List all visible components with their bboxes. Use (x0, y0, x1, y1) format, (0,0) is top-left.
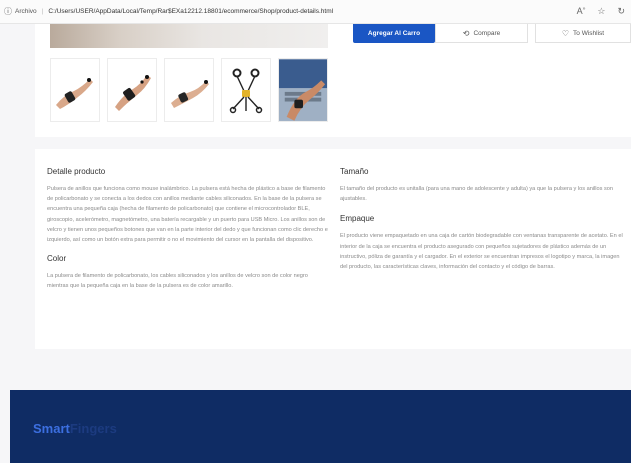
site-info[interactable]: ⓘ Archivo (4, 6, 37, 17)
refresh-icon[interactable]: ↻ (617, 6, 625, 17)
color-text: La pulsera de filamento de policarbonato… (47, 273, 308, 290)
compare-icon: ⟲ (462, 28, 470, 38)
hand-keyboard-photo-icon (279, 59, 327, 121)
info-icon[interactable]: ⓘ (4, 6, 12, 17)
footer-logo[interactable]: SmartFingers (33, 421, 117, 436)
size-text: El tamaño del producto es unitalla (para… (340, 186, 614, 203)
wishlist-label: To Wishlist (573, 29, 605, 37)
product-detail-heading: Detalle producto (47, 167, 106, 176)
compare-button[interactable]: ⟲ Compare (435, 24, 528, 43)
size-heading: Tamaño (340, 167, 369, 176)
device-cables-icon (229, 68, 263, 114)
hand-wristband-icon (115, 75, 151, 111)
thumbnail-2[interactable] (107, 58, 157, 122)
wishlist-button[interactable]: ♡ To Wishlist (535, 24, 631, 43)
details-left-column: Detalle producto Pulsera de anillos que … (47, 167, 330, 292)
favorite-star-icon[interactable]: ☆ (597, 6, 605, 17)
compare-label: Compare (473, 29, 501, 37)
thumbnail-1[interactable] (50, 58, 100, 122)
add-to-cart-button[interactable]: Agregar Al Carro (353, 24, 435, 43)
thumbnail-4[interactable] (221, 58, 271, 122)
color-heading: Color (47, 254, 67, 264)
add-to-cart-label: Agregar Al Carro (367, 30, 421, 37)
product-detail-text: Pulsera de anillos que funciona como mou… (47, 186, 328, 244)
packaging-text: El producto viene empaquetado en una caj… (340, 233, 623, 271)
product-main-image (50, 24, 328, 48)
details-right-column: Tamaño El tamaño del producto es unitall… (340, 167, 625, 272)
address-bar-actions: A» ☆ ↻ (577, 6, 625, 17)
heart-icon: ♡ (561, 28, 570, 38)
thumbnail-3[interactable] (164, 58, 214, 122)
hand-wristband-icon (171, 80, 209, 108)
url-text[interactable]: C:/Users/USER/AppData/Local/Temp/Rar$EXa… (48, 8, 333, 15)
logo-part-fingers: Fingers (69, 421, 117, 436)
hand-wristband-icon (56, 78, 93, 109)
address-separator: | (41, 8, 44, 15)
thumbnail-5[interactable] (278, 58, 328, 122)
read-aloud-icon[interactable]: A» (577, 6, 586, 17)
site-info-label: Archivo (15, 8, 37, 15)
packaging-heading: Empaque (340, 214, 375, 224)
logo-part-smart: Smart (33, 421, 70, 436)
address-bar[interactable]: ⓘ Archivo | C:/Users/USER/AppData/Local/… (0, 0, 631, 24)
